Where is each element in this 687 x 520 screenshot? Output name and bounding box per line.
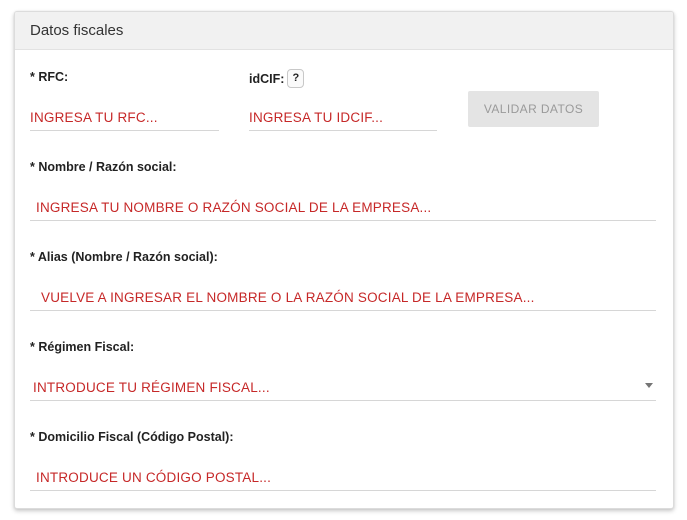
idcif-label: idCIF: xyxy=(249,71,285,86)
idcif-placeholder: INGRESA TU IDCIF... xyxy=(249,110,384,125)
rfc-input[interactable]: INGRESA TU RFC... xyxy=(30,104,219,131)
dropdown-arrow-icon[interactable] xyxy=(645,383,653,388)
card-title: Datos fiscales xyxy=(30,22,124,39)
nombre-input[interactable]: INGRESA TU NOMBRE O RAZÓN SOCIAL DE LA E… xyxy=(30,194,656,221)
regimen-select[interactable]: INTRODUCE TU RÉGIMEN FISCAL... xyxy=(30,374,656,401)
nombre-label: * Nombre / Razón social: xyxy=(30,160,177,174)
card-header: Datos fiscales xyxy=(15,12,673,50)
rfc-label: * RFC: xyxy=(30,70,69,84)
alias-placeholder: VUELVE A INGRESAR EL NOMBRE O LA RAZÓN S… xyxy=(41,290,535,305)
domicilio-placeholder: INTRODUCE UN CÓDIGO POSTAL... xyxy=(36,470,272,485)
help-icon[interactable]: ? xyxy=(287,69,305,88)
regimen-placeholder: INTRODUCE TU RÉGIMEN FISCAL... xyxy=(33,380,270,395)
domicilio-input[interactable]: INTRODUCE UN CÓDIGO POSTAL... xyxy=(30,464,656,491)
idcif-label-group: idCIF:? xyxy=(249,69,305,89)
fiscal-data-card: Datos fiscales * RFC: INGRESA TU RFC... … xyxy=(14,11,674,509)
nombre-placeholder: INGRESA TU NOMBRE O RAZÓN SOCIAL DE LA E… xyxy=(36,200,432,215)
domicilio-label: * Domicilio Fiscal (Código Postal): xyxy=(30,430,234,444)
idcif-input[interactable]: INGRESA TU IDCIF... xyxy=(249,104,437,131)
alias-input[interactable]: VUELVE A INGRESAR EL NOMBRE O LA RAZÓN S… xyxy=(30,284,656,311)
regimen-label: * Régimen Fiscal: xyxy=(30,340,135,354)
alias-label: * Alias (Nombre / Razón social): xyxy=(30,250,218,264)
rfc-placeholder: INGRESA TU RFC... xyxy=(30,110,158,125)
validate-data-button[interactable]: VALIDAR DATOS xyxy=(468,91,599,127)
